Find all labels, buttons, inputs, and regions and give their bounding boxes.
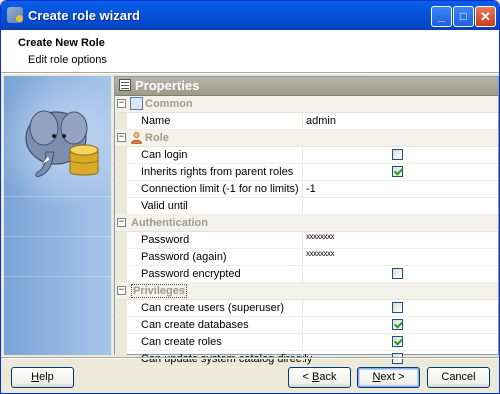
category-label: Role [145,132,169,144]
footer-divider [1,357,499,359]
wizard-window: Create role wizard _ □ ✕ Create New Role… [0,0,500,394]
wizard-sidebar [4,76,111,355]
category-label: Authentication [131,217,208,229]
common-category-icon [130,97,143,110]
back-button[interactable]: < Back [288,367,351,388]
page-subtitle: Edit role options [28,54,107,66]
property-label: Can create roles [141,336,222,348]
property-row-inherits[interactable]: Inherits rights from parent roles [115,164,498,181]
property-label: Connection limit (-1 for no limits) [141,183,299,195]
property-label: Can login [141,149,188,161]
collapse-icon[interactable]: − [117,286,126,295]
next-button[interactable]: Next > [357,367,420,388]
property-row-can-login[interactable]: Can login [115,147,498,164]
close-button[interactable]: ✕ [475,6,496,27]
title-bar[interactable]: Create role wizard _ □ ✕ [1,1,499,30]
elephant-database-illustration [25,110,99,177]
category-label: Common [145,98,193,110]
category-label: Privileges [131,284,187,298]
category-authentication[interactable]: − Authentication [115,215,498,232]
properties-grid[interactable]: Properties − Common Name admin − Role Ca… [114,76,499,368]
property-label: Inherits rights from parent roles [141,166,294,178]
properties-icon [119,79,131,91]
property-row-password[interactable]: Password xxxxxxxx [115,232,498,249]
wizard-header: Create New Role Edit role options [1,30,499,72]
cancel-button[interactable]: Cancel [427,367,490,388]
category-common[interactable]: − Common [115,96,498,113]
collapse-icon[interactable]: − [117,133,126,142]
password-again-value[interactable]: xxxxxxxx [306,249,335,258]
help-label: elp [39,371,54,383]
property-row-create-databases[interactable]: Can create databases [115,317,498,334]
elephant-database-icon [7,7,23,23]
property-row-name[interactable]: Name admin [115,113,498,130]
property-row-superuser[interactable]: Can create users (superuser) [115,300,498,317]
create-databases-checkbox[interactable] [392,319,403,330]
property-row-connection-limit[interactable]: Connection limit (-1 for no limits) -1 [115,181,498,198]
property-label: Password (again) [141,251,227,263]
property-label: Can create users (superuser) [141,302,285,314]
property-row-password-again[interactable]: Password (again) xxxxxxxx [115,249,498,266]
superuser-checkbox[interactable] [392,302,403,313]
property-row-create-roles[interactable]: Can create roles [115,334,498,351]
help-mnemonic: H [31,371,40,383]
collapse-icon[interactable]: − [117,218,126,227]
page-title: Create New Role [18,37,105,49]
property-rows: − Common Name admin − Role Can login Inh… [115,96,498,368]
inherits-checkbox[interactable] [392,166,403,177]
name-value[interactable]: admin [306,115,336,127]
category-privileges[interactable]: − Privileges [115,283,498,300]
collapse-icon[interactable]: − [117,99,126,108]
property-label: Valid until [141,200,188,212]
property-label: Password encrypted [141,268,241,280]
create-roles-checkbox[interactable] [392,336,403,347]
property-label: Can create databases [141,319,249,331]
category-role[interactable]: − Role [115,130,498,147]
property-label: Password [141,234,190,246]
properties-header: Properties [115,77,498,96]
back-prefix: < [302,371,312,383]
property-row-update-catalog[interactable]: Can update system catalog directly [115,351,498,368]
property-row-password-encrypted[interactable]: Password encrypted [115,266,498,283]
property-label: Name [141,115,171,127]
header-divider [1,72,499,74]
back-label: ack [319,371,337,383]
property-row-valid-until[interactable]: Valid until [115,198,498,215]
help-button[interactable]: Help [11,367,74,388]
can-login-checkbox[interactable] [392,149,403,160]
next-label: ext > [380,371,405,383]
user-icon [130,131,143,144]
properties-title: Properties [135,78,200,93]
password-encrypted-checkbox[interactable] [392,268,403,279]
password-value[interactable]: xxxxxxxx [306,232,335,241]
connection-limit-value[interactable]: -1 [306,183,316,195]
maximize-button[interactable]: □ [453,6,474,27]
minimize-button[interactable]: _ [431,6,452,27]
property-label: Can update system catalog directly [141,353,313,365]
window-title: Create role wizard [28,8,140,23]
